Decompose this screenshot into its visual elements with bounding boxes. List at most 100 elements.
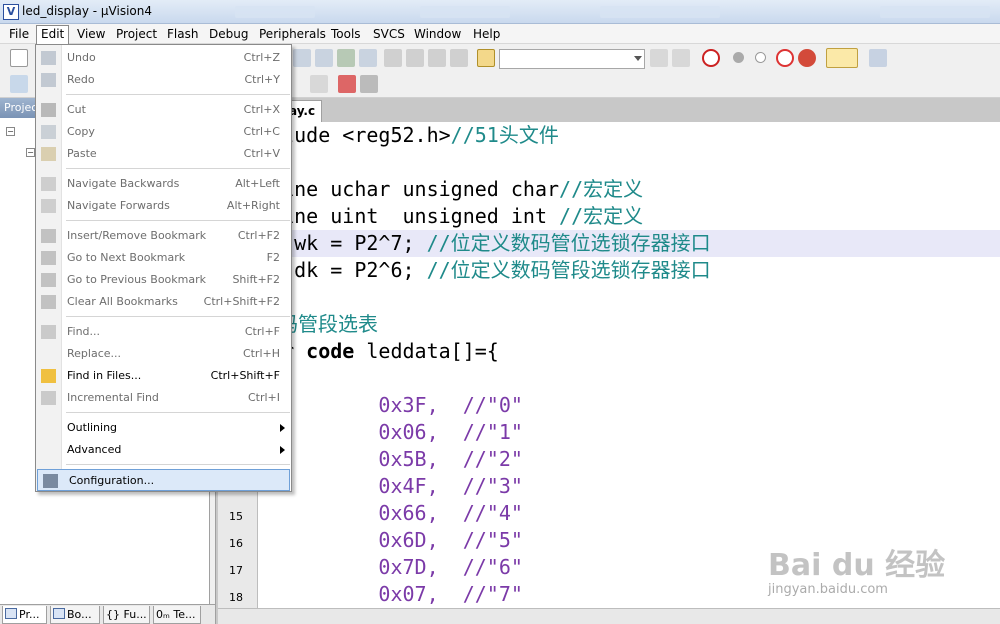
redo-icon bbox=[41, 73, 56, 87]
menu-item-shortcut: Ctrl+V bbox=[243, 147, 280, 160]
find-in-files-icon[interactable] bbox=[672, 49, 690, 67]
code-line: 0x66, //"4" bbox=[258, 500, 1000, 527]
menu-window[interactable]: Window bbox=[410, 26, 465, 43]
menu-item-replace[interactable]: Replace... Ctrl+H bbox=[36, 343, 291, 365]
menu-item-shortcut: Ctrl+Shift+F2 bbox=[203, 295, 280, 308]
open-folder-icon[interactable] bbox=[477, 49, 495, 67]
uncomment-icon[interactable] bbox=[359, 49, 377, 67]
tab-functions[interactable]: {} Fu... bbox=[103, 606, 150, 624]
menu-peripherals[interactable]: Peripherals bbox=[255, 26, 330, 43]
find-combo[interactable] bbox=[499, 49, 645, 69]
menu-item-clear-all-bookmarks[interactable]: Clear All Bookmarks Ctrl+Shift+F2 bbox=[36, 291, 291, 313]
menu-separator bbox=[66, 316, 290, 317]
menu-item-configuration[interactable]: Configuration... bbox=[37, 469, 290, 491]
build-target-icon[interactable] bbox=[10, 75, 28, 93]
menu-item-find[interactable]: Find... Ctrl+F bbox=[36, 321, 291, 343]
menu-item-navigate-forwards[interactable]: Navigate Forwards Alt+Right bbox=[36, 195, 291, 217]
background-window-blur bbox=[235, 6, 315, 18]
menu-tools[interactable]: Tools bbox=[327, 26, 365, 43]
kill-breakpoints-icon[interactable] bbox=[798, 49, 816, 67]
menu-item-label: Find in Files... bbox=[67, 369, 142, 382]
menu-file[interactable]: File bbox=[5, 26, 33, 43]
menu-edit[interactable]: Edit bbox=[36, 25, 70, 44]
menu-project[interactable]: Project bbox=[112, 26, 161, 43]
new-file-icon[interactable] bbox=[10, 49, 28, 67]
menu-item-go-to-previous-bookmark[interactable]: Go to Previous Bookmark Shift+F2 bbox=[36, 269, 291, 291]
tab-project[interactable]: Pr... bbox=[2, 606, 47, 624]
menu-item-label: Advanced bbox=[67, 443, 122, 456]
menu-item-redo[interactable]: Redo Ctrl+Y bbox=[36, 69, 291, 91]
code-token: //位定义数码管段选锁存器接口 bbox=[426, 258, 711, 282]
menu-item-shortcut: Alt+Right bbox=[226, 199, 280, 212]
books-icon bbox=[53, 608, 65, 619]
format-icon[interactable] bbox=[384, 49, 402, 67]
code-line: nclude <reg52.h>//51头文件 bbox=[258, 122, 1000, 149]
menu-item-shortcut: F2 bbox=[266, 251, 280, 264]
horizontal-scrollbar[interactable] bbox=[218, 608, 1000, 624]
menu-view[interactable]: View bbox=[73, 26, 109, 43]
format4-icon[interactable] bbox=[450, 49, 468, 67]
indent-icon[interactable] bbox=[293, 49, 311, 67]
code-line: 0x5B, //"2" bbox=[258, 446, 1000, 473]
debug-session-icon[interactable] bbox=[702, 49, 720, 67]
menu-debug[interactable]: Debug bbox=[205, 26, 252, 43]
menu-item-paste[interactable]: Paste Ctrl+V bbox=[36, 143, 291, 165]
menu-item-label: Go to Previous Bookmark bbox=[67, 273, 206, 286]
line-number: 18 bbox=[229, 591, 243, 604]
background-window-blur bbox=[880, 6, 990, 18]
menu-item-cut[interactable]: Cut Ctrl+X bbox=[36, 99, 291, 121]
menu-item-copy[interactable]: Copy Ctrl+C bbox=[36, 121, 291, 143]
cut-icon bbox=[41, 103, 56, 117]
code-token: //"4" bbox=[462, 501, 523, 525]
bookmark-icon bbox=[41, 229, 56, 243]
unindent-icon[interactable] bbox=[315, 49, 333, 67]
menu-item-insert-remove-bookmark[interactable]: Insert/Remove Bookmark Ctrl+F2 bbox=[36, 225, 291, 247]
code-token: //51头文件 bbox=[450, 123, 559, 147]
menu-item-shortcut: Ctrl+Z bbox=[243, 51, 280, 64]
menu-flash[interactable]: Flash bbox=[163, 26, 202, 43]
menu-item-undo[interactable]: Undo Ctrl+Z bbox=[36, 47, 291, 69]
incremental-find-icon bbox=[41, 391, 56, 405]
window-layout-dropdown[interactable] bbox=[826, 48, 858, 68]
disable-breakpoints-icon[interactable] bbox=[776, 49, 794, 67]
tab-templates[interactable]: 0ₘ Te... bbox=[153, 606, 201, 624]
find-next-icon[interactable] bbox=[650, 49, 668, 67]
menu-item-shortcut: Ctrl+F bbox=[244, 325, 280, 338]
tree-expand-icon[interactable]: − bbox=[6, 127, 15, 136]
manage-components-icon[interactable] bbox=[338, 75, 356, 93]
code-editor[interactable]: nclude <reg52.h>//51头文件 efine uchar unsig… bbox=[258, 122, 1000, 608]
code-line: efine uint unsigned int //宏定义 bbox=[258, 203, 1000, 230]
tab-books[interactable]: Bo... bbox=[50, 606, 100, 624]
menu-separator bbox=[66, 94, 290, 95]
line-number: 16 bbox=[229, 537, 243, 550]
line-number: 15 bbox=[229, 510, 243, 523]
menu-item-outlining[interactable]: Outlining bbox=[36, 417, 291, 439]
menu-item-incremental-find[interactable]: Incremental Find Ctrl+I bbox=[36, 387, 291, 409]
breakpoint-icon[interactable] bbox=[733, 52, 744, 63]
tree-expand-icon[interactable]: − bbox=[26, 148, 35, 157]
select-packs-icon[interactable] bbox=[360, 75, 378, 93]
menu-item-advanced[interactable]: Advanced bbox=[36, 439, 291, 461]
menu-svcs[interactable]: SVCS bbox=[369, 26, 409, 43]
menu-help[interactable]: Help bbox=[469, 26, 504, 43]
menu-bar: File Edit View Project Flash Debug Perip… bbox=[0, 24, 1000, 44]
wrench-icon[interactable] bbox=[869, 49, 887, 67]
menu-item-find-in-files[interactable]: Find in Files... Ctrl+Shift+F bbox=[36, 365, 291, 387]
code-token: //"0" bbox=[462, 393, 523, 417]
code-token: 0x7D, bbox=[258, 555, 463, 579]
menu-item-go-to-next-bookmark[interactable]: Go to Next Bookmark F2 bbox=[36, 247, 291, 269]
code-line: efine uchar unsigned char//宏定义 bbox=[258, 176, 1000, 203]
menu-item-label: Navigate Backwards bbox=[67, 177, 180, 190]
format3-icon[interactable] bbox=[428, 49, 446, 67]
enable-breakpoint-icon[interactable] bbox=[755, 52, 766, 63]
background-window-blur bbox=[420, 6, 510, 18]
format2-icon[interactable] bbox=[406, 49, 424, 67]
menu-item-navigate-backwards[interactable]: Navigate Backwards Alt+Left bbox=[36, 173, 291, 195]
code-token: efine uint unsigned int bbox=[258, 204, 560, 228]
submenu-arrow-icon bbox=[280, 424, 285, 432]
menu-item-shortcut: Ctrl+X bbox=[243, 103, 280, 116]
menu-item-label: Go to Next Bookmark bbox=[67, 251, 186, 264]
magic-wand-icon[interactable] bbox=[310, 75, 328, 93]
comment-icon[interactable] bbox=[337, 49, 355, 67]
